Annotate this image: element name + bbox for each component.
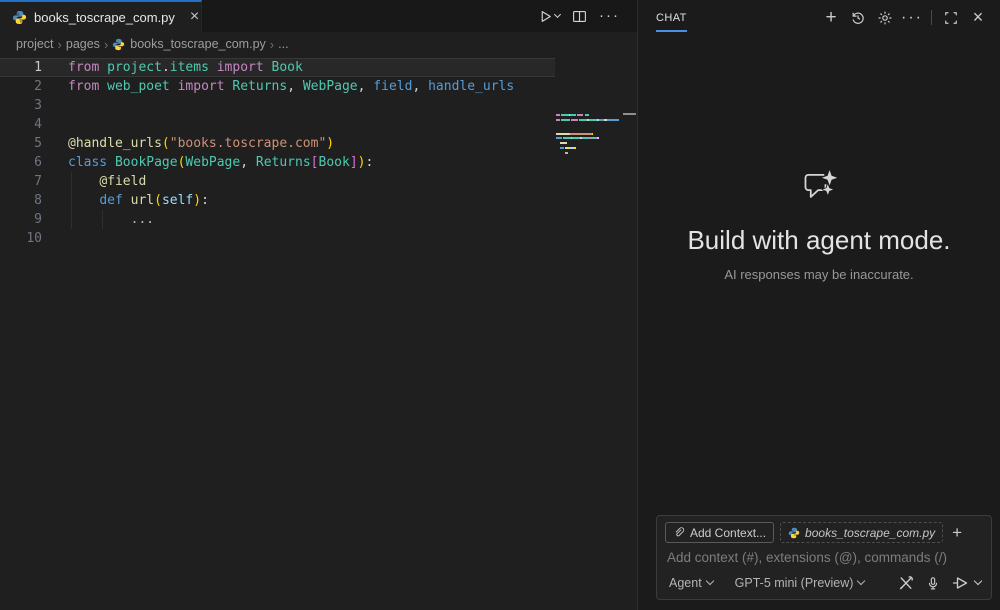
breadcrumb: project › pages › books_toscrape_com.py … [0,32,637,56]
breadcrumb-project[interactable]: project [16,37,54,51]
chat-panel: CHAT + ··· [638,0,1000,610]
code-line[interactable]: 5@handle_urls("books.toscrape.com") [0,134,555,153]
model-picker[interactable]: GPT-5 mini (Preview) [731,574,869,592]
tab-books-toscrape-com-py[interactable]: books_toscrape_com.py × [0,0,202,32]
tab-close-icon[interactable]: × [190,9,199,25]
input-action-icons [898,575,981,591]
breadcrumb-separator: › [270,37,274,52]
send-dropdown-icon[interactable] [974,577,982,585]
overview-ruler[interactable] [622,56,637,610]
chat-input-controls: Agent GPT-5 mini (Preview) [665,574,981,592]
code-lines: 1from project.items import Book2from web… [0,58,555,248]
maximize-panel-icon[interactable] [939,6,963,30]
chevron-down-icon [705,577,713,585]
add-context-button[interactable]: Add Context... [665,522,774,543]
breadcrumb-separator: › [104,37,108,52]
overview-cursor-mark [623,113,636,115]
chat-header-actions: + ··· [819,6,990,30]
chat-header: CHAT + ··· [638,0,1000,35]
new-chat-icon[interactable]: + [819,6,843,30]
split-editor-icon[interactable] [569,6,590,27]
code-line[interactable]: 2from web_poet import Returns, WebPage, … [0,77,555,96]
vscode-window: books_toscrape_com.py × ··· project › pa… [0,0,1000,610]
breadcrumb-pages[interactable]: pages [66,37,100,51]
tab-label: books_toscrape_com.py [34,10,175,25]
tab-bar: books_toscrape_com.py × ··· [0,0,637,32]
code-editor[interactable]: 1from project.items import Book2from web… [0,56,637,610]
code-line[interactable]: 10 [0,229,555,248]
mode-picker-agent[interactable]: Agent [665,574,717,592]
welcome-title: Build with agent mode. [638,225,1000,256]
close-panel-icon[interactable]: × [966,6,990,30]
editor-actions: ··· [535,0,637,32]
chat-input-box[interactable]: Add Context... books_toscrape_com.py + A… [656,515,992,600]
run-button[interactable] [535,6,563,27]
file-chip-label: books_toscrape_com.py [805,526,935,540]
add-context-label: Add Context... [690,526,766,540]
code-line[interactable]: 8 def url(self): [0,191,555,210]
editor-more-actions-icon[interactable]: ··· [596,9,623,23]
model-label: GPT-5 mini (Preview) [735,576,854,590]
code-line[interactable]: 6class BookPage(WebPage, Returns[Book]): [0,153,555,172]
welcome-subtitle: AI responses may be inaccurate. [638,267,1000,282]
chevron-down-icon [857,577,865,585]
chat-more-icon[interactable]: ··· [900,6,924,30]
chat-prompt-input[interactable]: Add context (#), extensions (@), command… [665,550,983,565]
python-file-icon [112,38,125,51]
breadcrumb-separator: › [58,37,62,52]
history-icon[interactable] [846,6,870,30]
run-dropdown-icon[interactable] [554,10,561,17]
code-line[interactable]: 1from project.items import Book [0,58,555,77]
add-file-context-icon[interactable]: + [949,523,965,543]
minimap[interactable] [556,113,620,160]
paperclip-icon [673,526,685,539]
chat-sparkle-icon [799,168,839,204]
send-button[interactable] [952,575,981,591]
python-file-icon [12,10,27,25]
context-chips-row: Add Context... books_toscrape_com.py + [665,522,983,543]
chat-welcome: Build with agent mode. AI responses may … [638,168,1000,282]
header-separator [931,10,932,25]
breadcrumb-file-label: books_toscrape_com.py [130,37,266,51]
code-line[interactable]: 9 ... [0,210,555,229]
settings-gear-icon[interactable] [873,6,897,30]
current-file-context-chip[interactable]: books_toscrape_com.py [780,522,943,543]
code-line[interactable]: 3 [0,96,555,115]
tab-chat[interactable]: CHAT [656,3,687,32]
code-line[interactable]: 7 @field [0,172,555,191]
tools-icon[interactable] [898,575,914,591]
microphone-icon[interactable] [926,576,940,591]
editor-group: books_toscrape_com.py × ··· project › pa… [0,0,638,610]
breadcrumb-file[interactable]: books_toscrape_com.py [112,37,266,51]
code-line[interactable]: 4 [0,115,555,134]
mode-label: Agent [669,576,702,590]
breadcrumb-symbol[interactable]: ... [278,37,288,51]
python-file-icon [788,527,800,539]
